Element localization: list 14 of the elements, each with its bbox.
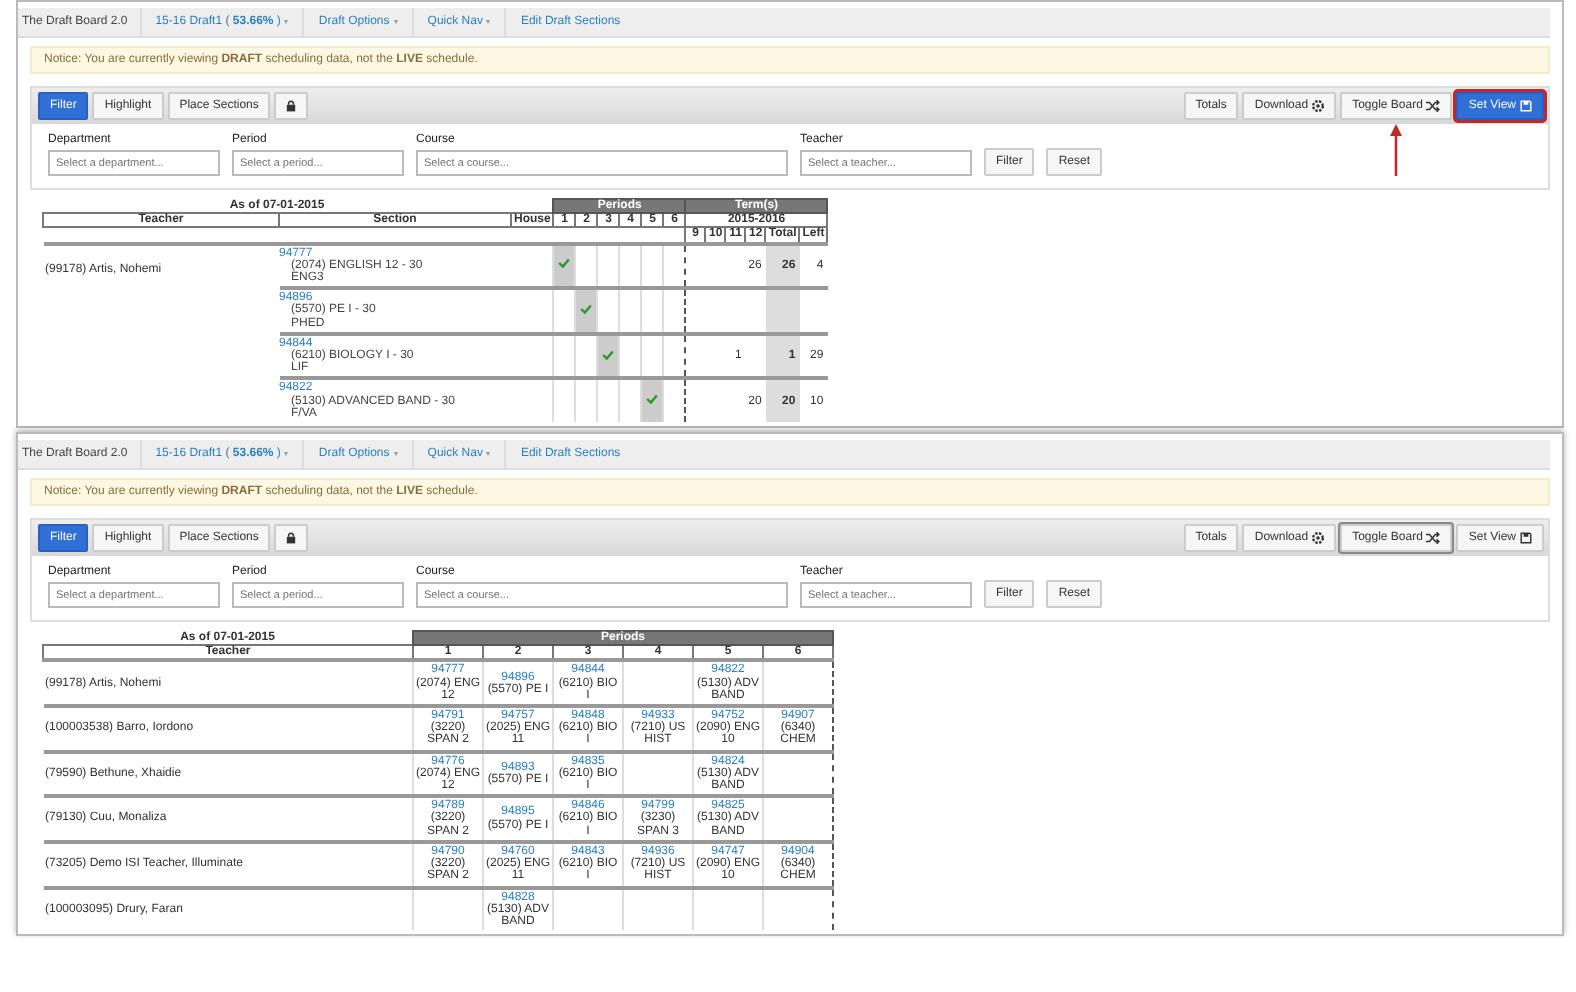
lock-tab[interactable] <box>274 92 309 120</box>
check-icon <box>602 349 615 360</box>
check-icon <box>646 394 659 405</box>
lock-icon <box>286 532 297 545</box>
shuffle-icon <box>1426 532 1441 545</box>
lock-icon <box>286 100 297 112</box>
lock-tab[interactable] <box>274 524 309 553</box>
save-icon <box>1520 100 1532 112</box>
save-icon <box>1520 532 1532 545</box>
gear-icon <box>1312 100 1325 112</box>
check-icon <box>580 303 593 314</box>
check-icon <box>558 258 571 269</box>
gear-icon <box>1312 532 1325 545</box>
shuffle-icon <box>1426 100 1441 112</box>
